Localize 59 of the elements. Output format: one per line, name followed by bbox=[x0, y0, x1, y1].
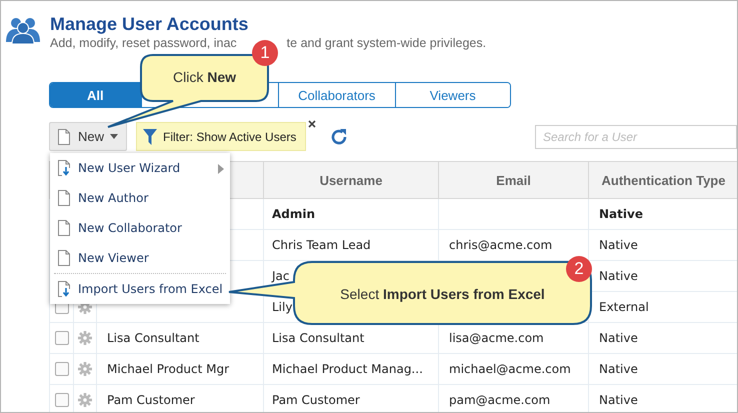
email: pam@acme.com bbox=[449, 393, 550, 407]
funnel-icon bbox=[143, 128, 157, 144]
filter-chip[interactable]: Filter: Show Active Users bbox=[136, 122, 306, 151]
document-icon bbox=[58, 220, 70, 236]
row-checkbox[interactable] bbox=[54, 331, 68, 346]
username: Chris Team Lead bbox=[272, 238, 371, 252]
callout-text: Click New bbox=[172, 69, 238, 85]
page-description: te and grant system-wide privileges. bbox=[286, 36, 486, 51]
auth-type: External bbox=[599, 300, 649, 314]
auth-type: Native bbox=[599, 207, 643, 221]
display-name: Pam Customer bbox=[107, 393, 195, 407]
document-icon bbox=[58, 128, 70, 144]
filter-label: Filter: Show Active Users bbox=[163, 130, 296, 144]
email: chris@acme.com bbox=[449, 238, 552, 252]
users-icon bbox=[6, 16, 40, 44]
column-header[interactable]: Email bbox=[438, 162, 588, 198]
import-document-icon bbox=[58, 160, 70, 176]
username: Michael Product Manag... bbox=[272, 362, 423, 376]
submenu-arrow-icon bbox=[218, 164, 224, 174]
new-button[interactable]: New bbox=[49, 122, 127, 151]
search-field[interactable]: Search for a User bbox=[535, 124, 737, 148]
page-title: Manage User Accounts bbox=[50, 13, 250, 35]
auth-type: Native bbox=[599, 362, 638, 376]
username: Pam Customer bbox=[272, 393, 360, 407]
email: michael@acme.com bbox=[449, 362, 571, 376]
callout-text: Select Import Users from Excel bbox=[339, 286, 546, 302]
document-icon bbox=[58, 190, 70, 206]
username: Lily bbox=[272, 300, 292, 314]
username: Lisa Consultant bbox=[272, 331, 364, 345]
menu-item[interactable]: Import Users from Excel bbox=[50, 274, 230, 304]
username: Jac bbox=[272, 269, 290, 283]
menu-item[interactable]: New Collaborator bbox=[50, 213, 230, 243]
row-checkbox[interactable] bbox=[54, 393, 68, 408]
menu-item[interactable]: New User Wizard bbox=[50, 153, 230, 183]
page-description: Add, modify, reset password, inac bbox=[50, 36, 237, 51]
step-badge: 1 bbox=[252, 40, 278, 66]
document-icon bbox=[58, 250, 70, 266]
filter-tab[interactable]: All bbox=[50, 83, 141, 107]
auth-type: Native bbox=[599, 238, 638, 252]
import-document-icon bbox=[58, 281, 70, 297]
filter-tab[interactable]: Viewers bbox=[394, 83, 510, 107]
email: lisa@acme.com bbox=[449, 331, 544, 345]
display-name: Lisa Consultant bbox=[107, 331, 200, 345]
column-header[interactable]: Username bbox=[264, 162, 438, 198]
caret-icon bbox=[110, 134, 118, 139]
menu-item[interactable]: New Author bbox=[50, 183, 230, 213]
row-checkbox[interactable] bbox=[54, 362, 68, 376]
menu-item[interactable]: New Viewer bbox=[50, 243, 230, 273]
column-header[interactable]: Authentication Type bbox=[588, 162, 737, 198]
refresh-icon[interactable] bbox=[330, 128, 348, 146]
close-icon[interactable] bbox=[308, 120, 316, 128]
auth-type: Native bbox=[599, 331, 638, 345]
auth-type: Native bbox=[599, 393, 638, 407]
display-name: Michael Product Mgr bbox=[107, 362, 230, 376]
gear-icon[interactable] bbox=[78, 331, 92, 346]
gear-icon[interactable] bbox=[78, 393, 92, 408]
gear-icon[interactable] bbox=[78, 362, 92, 376]
username: Admin bbox=[272, 207, 316, 221]
auth-type: Native bbox=[599, 269, 638, 283]
